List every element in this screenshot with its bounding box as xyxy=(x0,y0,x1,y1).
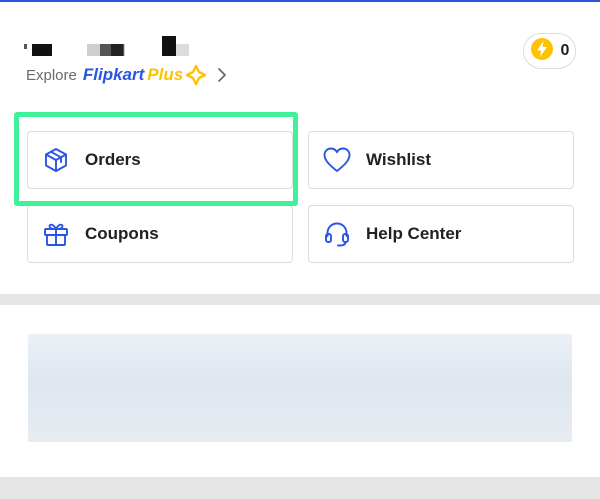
coupons-button[interactable]: Coupons xyxy=(27,205,293,263)
section-separator xyxy=(0,294,600,305)
promo-banner[interactable] xyxy=(28,334,572,442)
plus-badge-icon xyxy=(185,64,207,86)
chevron-right-icon xyxy=(217,67,227,83)
explore-plus-link[interactable]: Explore Flipkart Plus xyxy=(26,62,227,88)
top-accent-rule xyxy=(0,0,600,2)
heart-icon xyxy=(322,145,352,175)
package-icon xyxy=(41,145,71,175)
gift-icon xyxy=(41,219,71,249)
flipkart-brand-text: Flipkart xyxy=(82,65,145,84)
section-separator-bottom xyxy=(0,477,600,499)
orders-label: Orders xyxy=(85,150,141,169)
help-center-button[interactable]: Help Center xyxy=(308,205,574,263)
headset-icon xyxy=(322,219,352,249)
supercoin-balance[interactable]: 0 xyxy=(523,33,576,69)
wishlist-label: Wishlist xyxy=(366,150,432,169)
orders-button[interactable]: Orders xyxy=(27,131,293,189)
coupons-label: Coupons xyxy=(85,224,159,243)
supercoin-count: 0 xyxy=(560,42,570,59)
wishlist-button[interactable]: Wishlist xyxy=(308,131,574,189)
plus-brand-text: Plus xyxy=(147,65,184,84)
help-center-label: Help Center xyxy=(366,224,462,243)
supercoin-icon xyxy=(530,37,554,66)
explore-label: Explore xyxy=(26,66,77,84)
